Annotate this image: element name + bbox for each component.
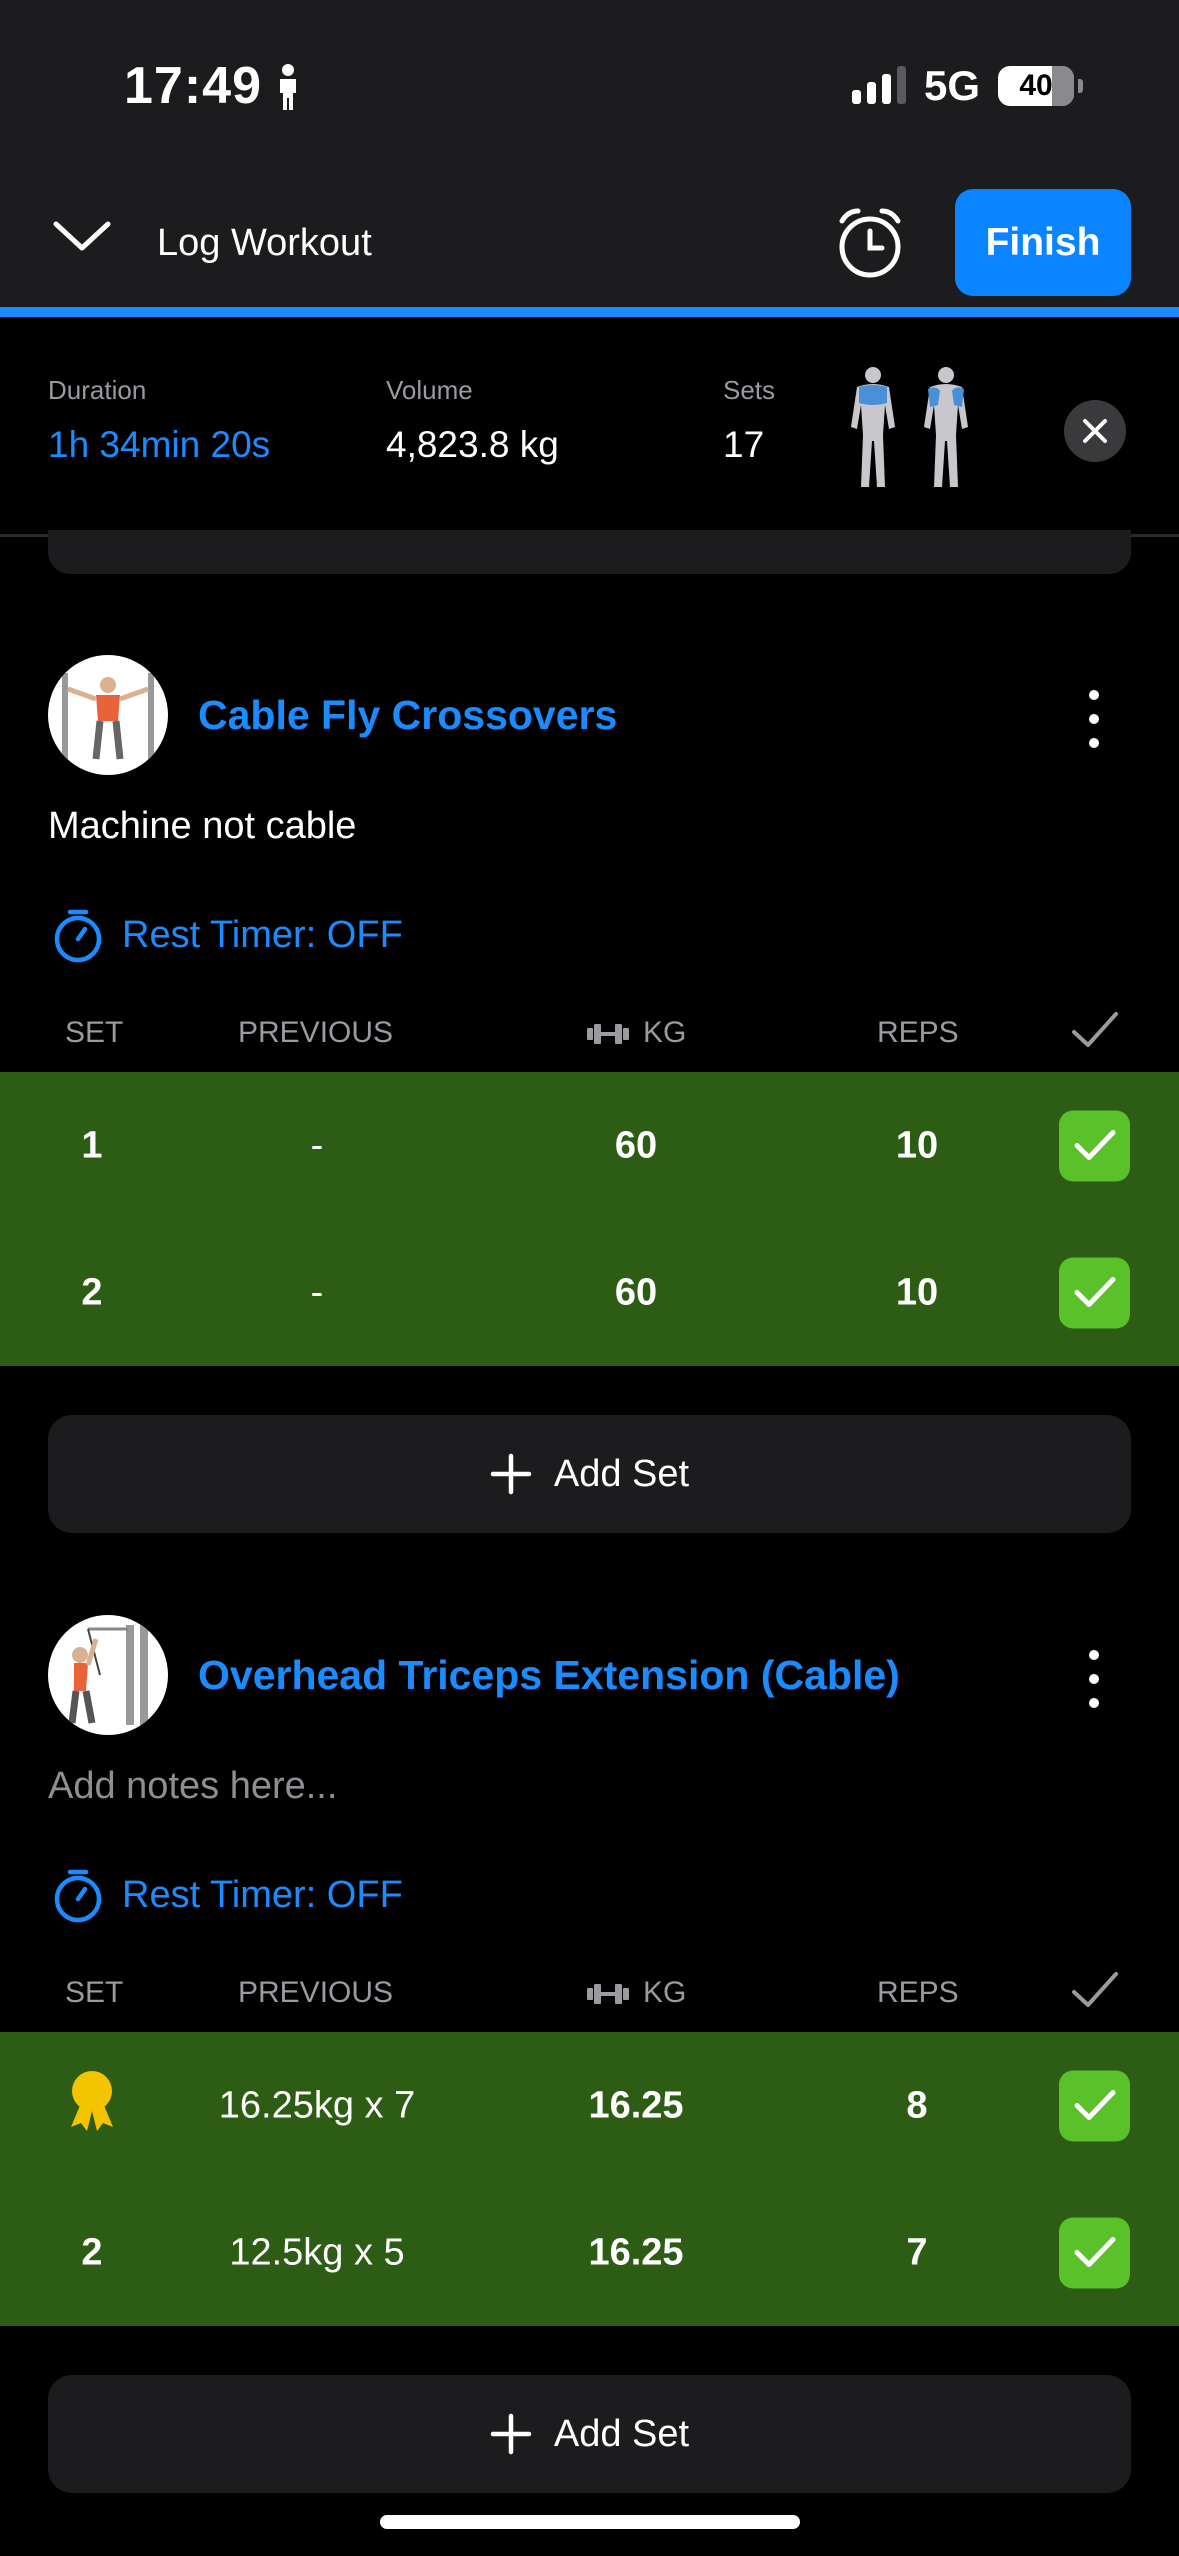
stopwatch-icon [54, 1869, 102, 1923]
battery-level: 40 [1019, 69, 1053, 102]
exercise-name[interactable]: Overhead Triceps Extension (Cable) [198, 1652, 900, 1699]
stopwatch-icon [54, 909, 102, 963]
set-number[interactable]: 2 [81, 2231, 102, 2274]
col-previous: PREVIOUS [238, 1016, 394, 1049]
complete-set-checkbox[interactable] [1059, 2217, 1130, 2288]
col-set: SET [65, 1976, 124, 2009]
duration-value: 1h 34min 20s [48, 424, 271, 465]
plus-icon [490, 1453, 532, 1495]
workout-screen: 17:49 5G 40 Log Workout Finish Duration … [0, 0, 1179, 2556]
complete-set-checkbox[interactable] [1059, 2070, 1130, 2141]
col-set: SET [65, 1016, 124, 1049]
kg-input[interactable]: 16.25 [588, 2231, 683, 2274]
kg-input[interactable]: 60 [615, 1124, 657, 1167]
progress-line [0, 307, 1179, 317]
checkmark-icon [1074, 1130, 1115, 1160]
set-row: 2 - 60 10 [0, 1219, 1179, 1366]
top-bar: 17:49 5G 40 Log Workout Finish [0, 0, 1179, 310]
kg-input[interactable]: 60 [615, 1271, 657, 1314]
sets-table: 1 - 60 10 2 - 60 10 [0, 1072, 1179, 1366]
volume-label: Volume [386, 375, 473, 405]
previous-value: - [310, 1124, 324, 1166]
col-kg: KG [643, 1976, 687, 2009]
rest-timer-label: Rest Timer: OFF [122, 913, 403, 956]
sets-stat: Sets 17 [723, 375, 775, 466]
home-indicator[interactable] [380, 2515, 800, 2529]
muscle-map-front-icon [845, 365, 901, 494]
add-set-label: Add Set [553, 1452, 690, 1495]
reps-input[interactable]: 10 [896, 1271, 938, 1314]
status-indicators: 5G 40 [851, 62, 1083, 110]
duration-label: Duration [48, 375, 147, 405]
add-set-button[interactable]: Add Set [48, 1415, 1131, 1533]
battery-icon: 40 [998, 66, 1074, 106]
set-row: 16.25kg x 7 16.25 8 [0, 2032, 1179, 2179]
rest-timer-label: Rest Timer: OFF [122, 1873, 403, 1916]
muscle-map-back-icon [918, 365, 974, 494]
set-row: 1 - 60 10 [0, 1072, 1179, 1219]
more-options-icon[interactable] [1086, 690, 1102, 762]
reps-input[interactable]: 10 [896, 1124, 938, 1167]
set-row: 2 12.5kg x 5 16.25 7 [0, 2179, 1179, 2326]
exercise-note-input[interactable]: Add notes here... [48, 1765, 337, 1808]
volume-stat: Volume 4,823.8 kg [386, 375, 559, 466]
person-icon [277, 64, 299, 115]
add-set-button[interactable]: Add Set [48, 2375, 1131, 2493]
checkmark-icon [1074, 1277, 1115, 1307]
sets-table: 16.25kg x 7 16.25 8 2 12.5kg x 5 16.25 7 [0, 2032, 1179, 2326]
set-number[interactable]: 2 [81, 1271, 102, 1314]
set-number[interactable]: 1 [81, 1124, 102, 1167]
rest-timer-toggle[interactable]: Rest Timer: OFF [52, 1867, 403, 1923]
workout-summary: Duration 1h 34min 20s Volume 4,823.8 kg … [0, 317, 1179, 537]
medal-icon[interactable] [61, 2069, 123, 2143]
add-set-label: Add Set [553, 2412, 690, 2455]
exercise-thumbnail[interactable] [48, 655, 168, 775]
alarm-clock-icon[interactable] [834, 205, 906, 286]
more-options-icon[interactable] [1086, 1650, 1102, 1722]
dumbbell-icon [585, 1976, 631, 2010]
previous-value: - [310, 1271, 324, 1313]
signal-icon [851, 66, 906, 104]
col-reps: REPS [877, 1016, 959, 1049]
plus-icon [490, 2413, 532, 2455]
network-label: 5G [923, 62, 980, 109]
reps-input[interactable]: 8 [906, 2084, 927, 2127]
col-reps: REPS [877, 1976, 959, 2009]
checkmark-header-icon [1070, 1010, 1120, 1058]
previous-value: 16.25kg x 7 [218, 2084, 416, 2126]
checkmark-icon [1074, 2237, 1115, 2267]
exercise-name[interactable]: Cable Fly Crossovers [198, 692, 617, 739]
exercise-thumbnail[interactable] [48, 1615, 168, 1735]
checkmark-icon [1074, 2090, 1115, 2120]
status-time: 17:49 [124, 57, 262, 115]
rest-timer-toggle[interactable]: Rest Timer: OFF [52, 907, 403, 963]
volume-value: 4,823.8 kg [386, 424, 559, 465]
chevron-down-icon[interactable] [52, 218, 112, 259]
dumbbell-icon [585, 1016, 631, 1050]
complete-set-checkbox[interactable] [1059, 1257, 1130, 1328]
sets-label: Sets [723, 375, 776, 405]
duration-stat: Duration 1h 34min 20s [48, 375, 270, 466]
exercise-note[interactable]: Machine not cable [48, 805, 356, 848]
col-kg: KG [643, 1016, 687, 1049]
col-previous: PREVIOUS [238, 1976, 394, 2009]
finish-button[interactable]: Finish [955, 189, 1131, 296]
kg-input[interactable]: 16.25 [588, 2084, 683, 2127]
page-title: Log Workout [157, 222, 372, 264]
complete-set-checkbox[interactable] [1059, 1110, 1130, 1181]
reps-input[interactable]: 7 [906, 2231, 927, 2274]
previous-add-set-button[interactable] [48, 530, 1131, 574]
sets-value: 17 [723, 424, 765, 465]
close-icon[interactable] [1064, 400, 1126, 462]
sets-column-header: SET PREVIOUS KG REPS [0, 1972, 1179, 2016]
sets-column-header: SET PREVIOUS KG REPS [0, 1012, 1179, 1056]
checkmark-header-icon [1070, 1970, 1120, 2018]
previous-value: 12.5kg x 5 [229, 2231, 405, 2273]
